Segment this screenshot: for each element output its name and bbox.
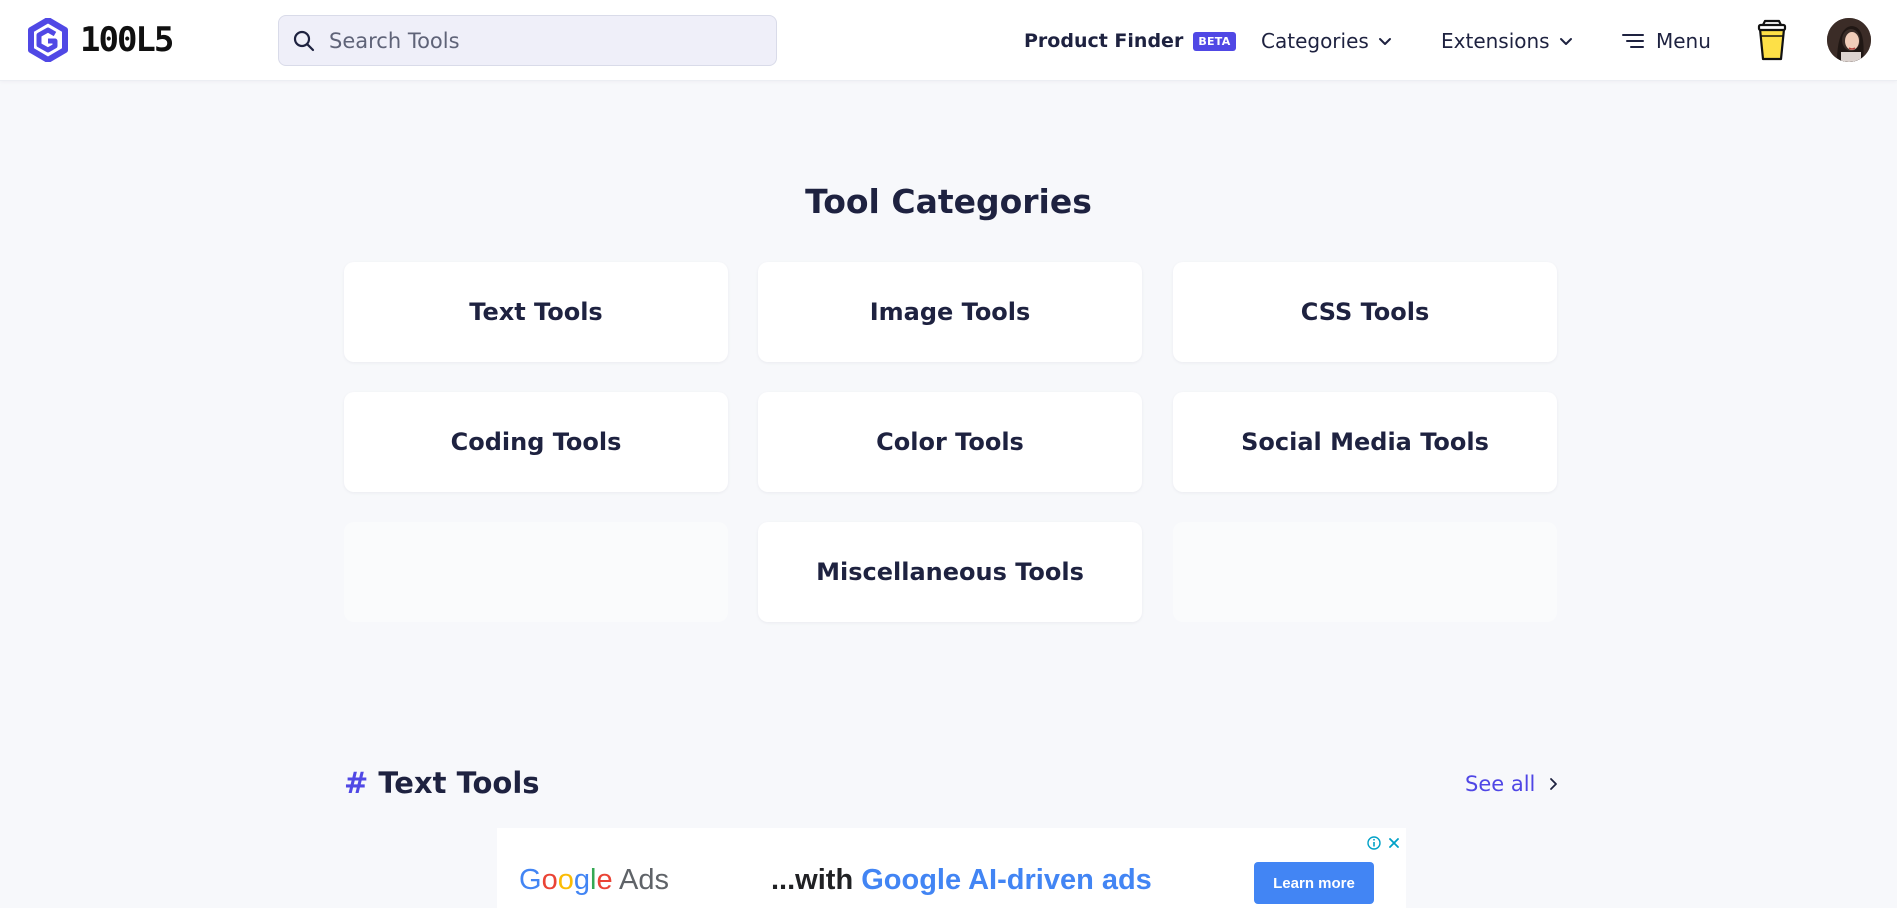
category-card-miscellaneous-tools[interactable]: Miscellaneous Tools (758, 522, 1142, 622)
google-ads-logo: Google Ads (519, 864, 670, 896)
search-icon (293, 30, 315, 51)
menu-label: Menu (1656, 29, 1711, 53)
ad-banner[interactable]: Google Ads ...with Google AI-driven ads … (497, 828, 1406, 908)
category-card-coding-tools[interactable]: Coding Tools (344, 392, 728, 492)
category-card-css-tools[interactable]: CSS Tools (1173, 262, 1557, 362)
page-title: Tool Categories (805, 182, 1092, 221)
category-card-image-tools[interactable]: Image Tools (758, 262, 1142, 362)
info-icon[interactable] (1367, 836, 1381, 850)
extensions-label: Extensions (1441, 29, 1550, 53)
ad-controls (1367, 836, 1401, 850)
nav-menu[interactable]: Menu (1622, 24, 1711, 58)
beta-badge: BETA (1193, 31, 1236, 51)
category-card-placeholder (344, 522, 728, 622)
categories-label: Categories (1261, 29, 1369, 53)
section-heading: # Text Tools (344, 766, 540, 800)
close-icon[interactable] (1387, 836, 1401, 850)
logo[interactable]: 100L5 (28, 18, 174, 62)
learn-more-button[interactable]: Learn more (1254, 862, 1374, 904)
category-card-color-tools[interactable]: Color Tools (758, 392, 1142, 492)
nav-extensions[interactable]: Extensions (1441, 24, 1574, 58)
nav-categories[interactable]: Categories (1261, 24, 1393, 58)
user-avatar[interactable] (1827, 18, 1871, 62)
product-finder-label: Product Finder (1024, 30, 1184, 52)
category-card-placeholder (1173, 522, 1557, 622)
logo-text: 100L5 (80, 20, 174, 60)
chevron-down-icon (1559, 38, 1572, 45)
see-all-link[interactable]: See all (1465, 772, 1559, 796)
top-header: 100L5 Product Finder BETA Categories Ext… (0, 0, 1897, 81)
chevron-right-icon (1550, 778, 1558, 790)
category-card-social-media-tools[interactable]: Social Media Tools (1173, 392, 1557, 492)
nav-product-finder[interactable]: Product Finder BETA (1024, 24, 1236, 58)
logo-hexagon-icon (28, 18, 68, 62)
section-title: Text Tools (378, 766, 540, 800)
search-box[interactable] (278, 15, 777, 66)
menu-icon (1622, 34, 1644, 48)
search-input[interactable] (329, 28, 749, 53)
avatar-image (1827, 18, 1871, 62)
coffee-cup-icon[interactable] (1757, 19, 1787, 61)
category-card-text-tools[interactable]: Text Tools (344, 262, 728, 362)
see-all-label: See all (1465, 772, 1536, 796)
ad-tagline: ...with Google AI-driven ads (771, 864, 1152, 896)
chevron-down-icon (1378, 38, 1391, 45)
hash-icon: # (344, 766, 369, 800)
